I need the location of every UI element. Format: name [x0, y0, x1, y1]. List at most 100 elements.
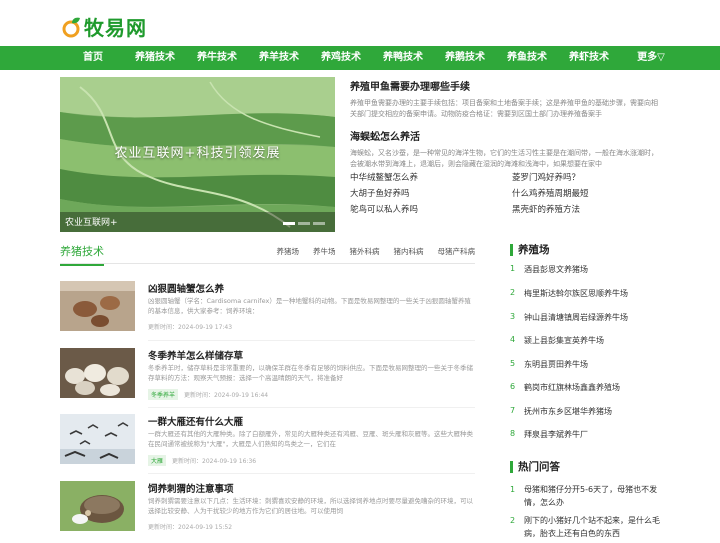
farm-name: 拜泉县李斌养牛厂: [524, 430, 588, 439]
site-logo[interactable]: 牧易网: [62, 12, 147, 41]
hot-qa-item[interactable]: 1 母猪和猪仔分开5-6天了，母猪也不发情，怎么办: [510, 483, 670, 509]
carousel-dot[interactable]: [313, 222, 325, 225]
article-time: 更新时间：2024-09-19 15:52: [148, 524, 233, 531]
top-news-title[interactable]: 海蜈蚣怎么养活: [350, 128, 660, 143]
quick-link[interactable]: 菱罗门鸡好养吗？: [512, 172, 670, 184]
hot-qa-title: 热门问答: [510, 461, 560, 473]
hot-qa-text: 刚下的小猪好几个站不起来，是什么毛病，胎衣上还有白色的东西: [524, 516, 660, 538]
article-tag[interactable]: 冬季养羊: [148, 389, 179, 400]
top-news-title[interactable]: 养殖甲鱼需要办理哪些手续: [350, 78, 660, 93]
nav-home[interactable]: 首页: [62, 46, 124, 70]
nav-fish[interactable]: 养鱼技术: [496, 46, 558, 70]
article-time: 更新时间：2024-09-19 16:36: [172, 458, 257, 465]
hero-caption: 农业互联网+科技引领发展: [114, 146, 281, 161]
nav-shrimp[interactable]: 养虾技术: [558, 46, 620, 70]
farm-name: 颍上县彭集宣英养牛场: [524, 336, 604, 345]
tab-sow-obstetric[interactable]: 母猪产科病: [438, 246, 476, 257]
leaf-logo-icon: [62, 16, 82, 38]
article-thumbnail[interactable]: [60, 281, 135, 331]
divider: [148, 407, 475, 408]
article-desc: 一群大雁还有其他的大雁种类。除了白额雁外，常见的大雁种类还有鸿雁、豆雁、斑头雁和…: [148, 430, 473, 448]
farm-item[interactable]: 2 梅里斯达斡尔族区思顺养牛场: [510, 288, 670, 312]
rank-number: 6: [510, 382, 516, 391]
article-meta: 更新时间：2024-09-19 17:43: [148, 322, 232, 331]
article-tag[interactable]: 大雁: [148, 455, 167, 466]
farm-item[interactable]: 3 钟山县清塘镇周岩绿源养牛场: [510, 312, 670, 335]
farm-item[interactable]: 4 颍上县彭集宣英养牛场: [510, 335, 670, 359]
quick-link[interactable]: 中华绒鳌蟹怎么养: [350, 172, 512, 184]
section-tabs: 养猪场 养牛场 猪外科病 猪内科病 母猪产科病: [277, 246, 476, 257]
farms-title: 养殖场: [510, 244, 550, 256]
article-time: 更新时间：2024-09-19 17:43: [148, 324, 233, 331]
section-header: 养猪技术 养猪场 养牛场 猪外科病 猪内科病 母猪产科病: [60, 243, 476, 266]
quick-link[interactable]: 什么鸡养殖周期最短: [512, 188, 670, 200]
farm-name: 东明县贾田养牛场: [524, 360, 588, 369]
carousel-dot[interactable]: [283, 222, 295, 225]
article-item: 凶狠圆轴蟹怎么养 凶狠圆轴蟹（学名：Cardisoma carnifex）是一种…: [60, 281, 475, 343]
article-title[interactable]: 饲养刺猬的注意事项: [148, 481, 234, 495]
quick-link[interactable]: 黑壳虾的养殖方法: [512, 204, 670, 216]
hot-qa-text: 母猪和猪仔分开5-6天了，母猪也不发情，怎么办: [524, 485, 658, 507]
farm-item[interactable]: 7 抚州市东乡区堪华养猪场: [510, 406, 670, 429]
site-name: 牧易网: [84, 16, 147, 40]
farms-list: 1 酒县彭恩文养猪场 2 梅里斯达斡尔族区思顺养牛场 3 钟山县清塘镇周岩绿源养牛场 …: [510, 264, 670, 453]
quick-link[interactable]: 鸵鸟可以私人养吗: [350, 204, 512, 216]
quick-links: 中华绒鳌蟹怎么养 菱罗门鸡好养吗？ 大胡子鱼好养吗 什么鸡养殖周期最短 鸵鸟可以…: [350, 172, 670, 216]
carousel-dots: [283, 222, 325, 225]
hot-qa-item[interactable]: 2 刚下的小猪好几个站不起来，是什么毛病，胎衣上还有白色的东西: [510, 514, 670, 540]
geese-image: [60, 414, 135, 464]
article-title[interactable]: 凶狠圆轴蟹怎么养: [148, 281, 224, 295]
main-nav: 首页 养猪技术 养牛技术 养羊技术 养鸡技术 养鸭技术 养鹅技术 养鱼技术 养虾…: [0, 46, 720, 70]
top-news-desc: 海蜈蚣，又名沙蚕，是一种常见的海洋生物，它们的生活习性主要是在潮间带，一般在海水…: [350, 149, 658, 168]
nav-pig[interactable]: 养猪技术: [124, 46, 186, 70]
article-time: 更新时间：2024-09-19 16:44: [184, 392, 269, 399]
farm-item[interactable]: 1 酒县彭恩文养猪场: [510, 264, 670, 288]
crab-image: [60, 281, 135, 331]
article-meta: 大雁 更新时间：2024-09-19 16:36: [148, 455, 256, 466]
rank-number: 1: [510, 264, 516, 273]
rank-number: 4: [510, 335, 516, 344]
article-thumbnail[interactable]: [60, 481, 135, 531]
header: 牧易网: [0, 0, 720, 46]
hedgehog-image: [60, 481, 135, 531]
hero-label[interactable]: 农业互联网+: [65, 215, 118, 228]
tab-pig-internal[interactable]: 猪内科病: [394, 246, 424, 257]
divider: [148, 473, 475, 474]
nav-sheep[interactable]: 养羊技术: [248, 46, 310, 70]
rank-number: 7: [510, 406, 516, 415]
farm-name: 梅里斯达斡尔族区思顺养牛场: [524, 289, 628, 298]
tab-pig-surgical[interactable]: 猪外科病: [350, 246, 380, 257]
rank-number: 5: [510, 359, 516, 368]
article-thumbnail[interactable]: [60, 414, 135, 464]
farm-name: 钟山县清塘镇周岩绿源养牛场: [524, 313, 628, 322]
rank-number: 2: [510, 288, 516, 297]
rank-number: 2: [510, 516, 516, 525]
article-title[interactable]: 冬季养羊怎么样储存草: [148, 348, 243, 362]
article-item: 一群大雁还有什么大雁 一群大雁还有其他的大雁种类。除了白额雁外，常见的大雁种类还…: [60, 414, 475, 476]
farm-item[interactable]: 6 鹤岗市红旗林场鑫鑫养殖场: [510, 382, 670, 406]
article-thumbnail[interactable]: [60, 348, 135, 398]
rank-number: 3: [510, 312, 516, 321]
sheep-image: [60, 348, 135, 398]
article-meta: 更新时间：2024-09-19 15:52: [148, 522, 232, 531]
nav-duck[interactable]: 养鸭技术: [372, 46, 434, 70]
article-title[interactable]: 一群大雁还有什么大雁: [148, 414, 243, 428]
farm-name: 鹤岗市红旗林场鑫鑫养殖场: [524, 383, 620, 392]
tab-cattle-farm[interactable]: 养牛场: [313, 246, 336, 257]
farm-name: 抚州市东乡区堪华养猪场: [524, 407, 612, 416]
tab-pig-farm[interactable]: 养猪场: [277, 246, 300, 257]
farm-item[interactable]: 8 拜泉县李斌养牛厂: [510, 429, 670, 453]
nav-chicken[interactable]: 养鸡技术: [310, 46, 372, 70]
farm-item[interactable]: 5 东明县贾田养牛场: [510, 359, 670, 382]
nav-cattle[interactable]: 养牛技术: [186, 46, 248, 70]
article-desc: 饲养刺猬需要注意以下几点：生活环境：刺猬喜欢安静的环境，所以选择饲养地点时要尽量…: [148, 497, 473, 515]
top-news-desc: 养殖甲鱼需要办理的主要手续包括：项目备案和土地备案手续；这是养殖甲鱼的基础步骤，…: [350, 99, 658, 118]
divider: [148, 340, 475, 341]
top-news: 养殖甲鱼需要办理哪些手续 养殖甲鱼需要办理的主要手续包括：项目备案和土地备案手续…: [350, 78, 660, 178]
carousel-dot[interactable]: [298, 222, 310, 225]
nav-goose[interactable]: 养鹅技术: [434, 46, 496, 70]
quick-link[interactable]: 大胡子鱼好养吗: [350, 188, 512, 200]
nav-more[interactable]: 更多▽: [620, 46, 682, 70]
section-title[interactable]: 养猪技术: [60, 243, 104, 266]
hero-carousel[interactable]: 农业互联网+科技引领发展 农业互联网+: [60, 77, 335, 232]
